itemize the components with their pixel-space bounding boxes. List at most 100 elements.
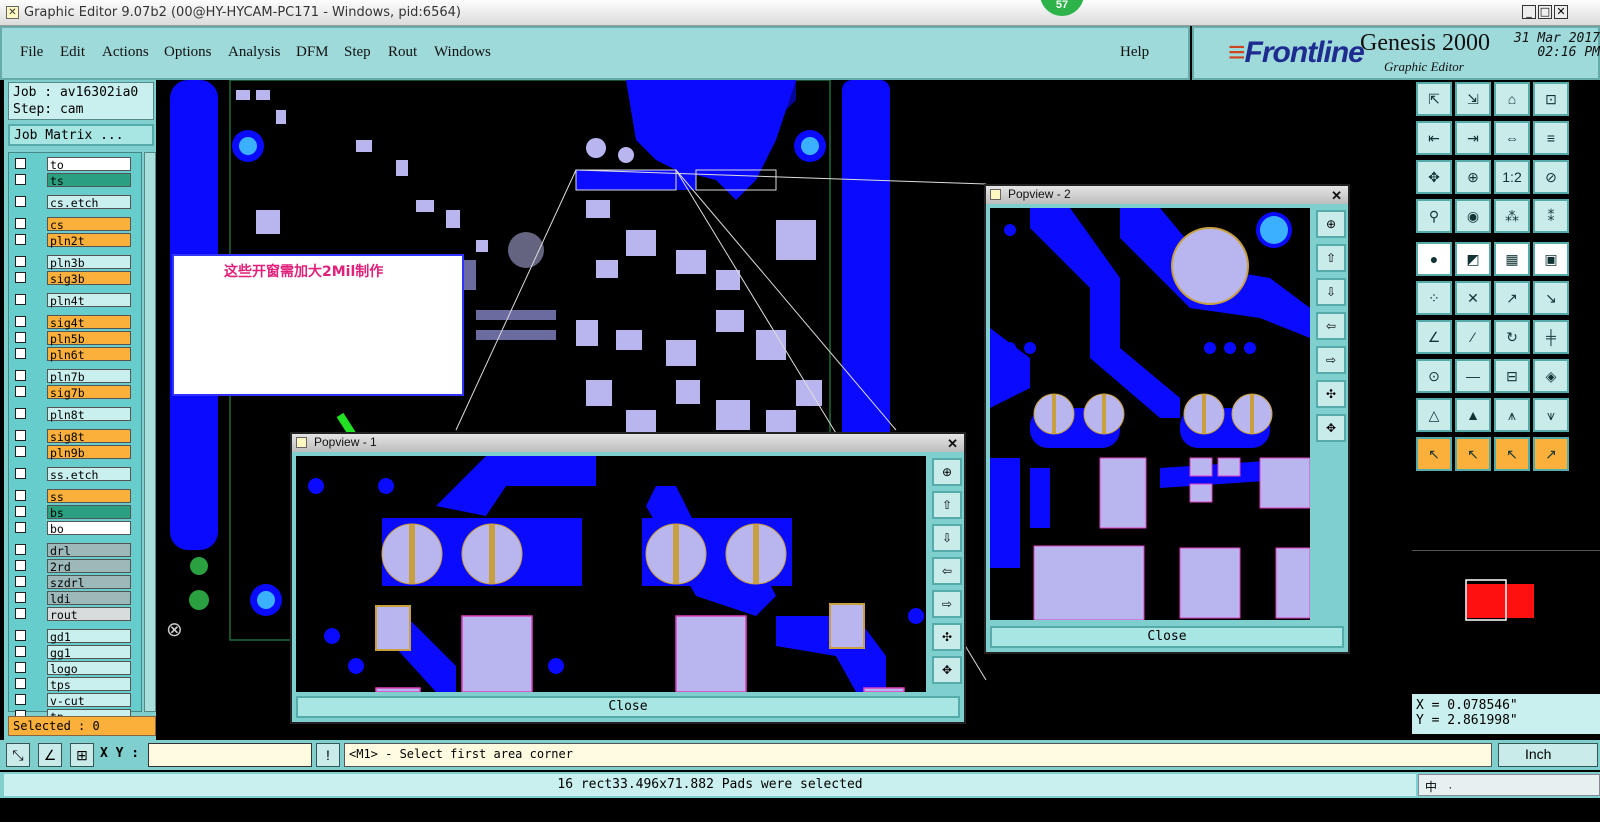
layer-checkbox[interactable] <box>15 158 26 169</box>
layer-name[interactable]: sig7b <box>47 385 131 400</box>
layer-row[interactable]: pln4t <box>11 293 141 308</box>
notification-badge[interactable]: 57 <box>1040 0 1084 16</box>
layer-name[interactable]: pln7b <box>47 369 131 384</box>
layer-name[interactable]: pln2t <box>47 233 131 248</box>
menu-help[interactable]: Help <box>1120 44 1149 61</box>
xy-input[interactable] <box>148 743 312 767</box>
popview-2-pan-right-icon[interactable]: ⇨ <box>1316 346 1346 374</box>
layer-name[interactable]: ss <box>47 489 131 504</box>
layer-name[interactable]: sig4t <box>47 315 131 330</box>
layer-row[interactable]: ss.etch <box>11 467 141 482</box>
layer-row[interactable]: tps <box>11 677 141 692</box>
layer-checkbox[interactable] <box>15 560 26 571</box>
layer-checkbox[interactable] <box>15 506 26 517</box>
layer-checkbox[interactable] <box>15 408 26 419</box>
zoom-center-icon[interactable]: ⊕ <box>1455 160 1491 194</box>
menu-dfm[interactable]: DFM <box>296 44 329 61</box>
layer-name[interactable]: pln5b <box>47 331 131 346</box>
popview-1-pan-left-icon[interactable]: ⇦ <box>932 557 962 585</box>
layer-checkbox[interactable] <box>15 386 26 397</box>
layer-checkbox[interactable] <box>15 218 26 229</box>
layer-checkbox[interactable] <box>15 174 26 185</box>
layer-checkbox[interactable] <box>15 678 26 689</box>
layer-checkbox[interactable] <box>15 592 26 603</box>
snap-center-icon[interactable]: ◉ <box>1455 199 1491 233</box>
system-tray[interactable]: 中 · <box>1418 774 1600 796</box>
slash-tool-icon[interactable]: ⁄ <box>1455 320 1491 354</box>
popview-2-zoom-in-icon[interactable]: ✣ <box>1316 380 1346 408</box>
layer-row[interactable]: 2rd <box>11 559 141 574</box>
layer-name[interactable]: tps <box>47 677 131 692</box>
layer-checkbox[interactable] <box>15 694 26 705</box>
layer-name[interactable]: szdrl <box>47 575 131 590</box>
display-mode-b-icon[interactable]: ⁑ <box>1533 199 1569 233</box>
layer-scrollbar[interactable] <box>144 152 156 712</box>
layer-checkbox[interactable] <box>15 316 26 327</box>
measure-icon[interactable]: ∠ <box>38 743 62 767</box>
popview-2-zoom-out-icon[interactable]: ✥ <box>1316 414 1346 442</box>
layer-row[interactable]: cs.etch <box>11 195 141 210</box>
layer-checkbox[interactable] <box>15 468 26 479</box>
select-box-icon[interactable]: ▣ <box>1533 242 1569 276</box>
target-tool-icon[interactable]: ⊙ <box>1416 359 1452 393</box>
layer-name[interactable]: to <box>47 157 131 172</box>
layer-name[interactable]: cs <box>47 217 131 232</box>
line-tool-icon[interactable]: — <box>1455 359 1491 393</box>
layer-name[interactable]: bo <box>47 521 131 536</box>
maximize-button[interactable]: □ <box>1538 5 1552 19</box>
snap-icon[interactable]: ⤡ <box>6 743 30 767</box>
layer-name[interactable]: rout <box>47 607 131 622</box>
layer-name[interactable]: logo <box>47 661 131 676</box>
layer-row[interactable]: pln6t <box>11 347 141 362</box>
popview-1-close-icon[interactable]: ✕ <box>947 436 958 452</box>
layer-row[interactable]: sig8t <box>11 429 141 444</box>
layer-row[interactable]: to <box>11 157 141 172</box>
layer-row[interactable]: pln7b <box>11 369 141 384</box>
layer-row[interactable]: logo <box>11 661 141 676</box>
layer-name[interactable]: pln8t <box>47 407 131 422</box>
menu-rout[interactable]: Rout <box>388 44 417 61</box>
layer-row[interactable]: sig3b <box>11 271 141 286</box>
layer-toggle-icon[interactable]: ≡ <box>1533 121 1569 155</box>
zoom-ratio-icon[interactable]: 1:2 <box>1494 160 1530 194</box>
menu-file[interactable]: File <box>20 44 43 61</box>
pan-right-icon[interactable]: ⇥ <box>1455 121 1491 155</box>
popview-2-zoom-area-icon[interactable]: ⊕ <box>1316 210 1346 238</box>
pointer-edit-tool-icon[interactable]: ↖ <box>1455 437 1491 471</box>
layer-row[interactable]: bo <box>11 521 141 536</box>
layer-checkbox[interactable] <box>15 522 26 533</box>
layer-row[interactable]: bs <box>11 505 141 520</box>
triangle-fill-tool-icon[interactable]: ▲ <box>1455 398 1491 432</box>
layer-checkbox[interactable] <box>15 430 26 441</box>
layer-name[interactable]: pln3b <box>47 255 131 270</box>
arc-tool-icon[interactable]: ⩚ <box>1494 398 1530 432</box>
menu-edit[interactable]: Edit <box>60 44 85 61</box>
layer-row[interactable]: szdrl <box>11 575 141 590</box>
popview-1-pan-up-icon[interactable]: ⇧ <box>932 491 962 519</box>
layer-name[interactable]: ts <box>47 173 131 188</box>
layer-row[interactable]: drl <box>11 543 141 558</box>
layer-list[interactable]: to ts cs.etch cs pln2t pln3b sig3b pln4t sig4t pl… <box>8 152 142 724</box>
ruler-tool-icon[interactable]: ▦ <box>1494 242 1530 276</box>
layer-checkbox[interactable] <box>15 256 26 267</box>
layer-row[interactable]: pln9b <box>11 445 141 460</box>
layer-checkbox[interactable] <box>15 646 26 657</box>
job-matrix-button[interactable]: Job Matrix ... <box>8 124 154 146</box>
popview-2-canvas[interactable] <box>990 208 1310 620</box>
menu-actions[interactable]: Actions <box>102 44 149 61</box>
layer-row[interactable]: pln5b <box>11 331 141 346</box>
layer-row[interactable]: gd1 <box>11 629 141 644</box>
layer-row[interactable]: pln8t <box>11 407 141 422</box>
grid-icon[interactable]: ⊞ <box>70 743 94 767</box>
menu-analysis[interactable]: Analysis <box>228 44 281 61</box>
layer-checkbox[interactable] <box>15 294 26 305</box>
layer-row[interactable]: ss <box>11 489 141 504</box>
layer-row[interactable]: sig4t <box>11 315 141 330</box>
popview-2-pan-down-icon[interactable]: ⇩ <box>1316 278 1346 306</box>
display-mode-a-icon[interactable]: ⁂ <box>1494 199 1530 233</box>
layer-checkbox[interactable] <box>15 630 26 641</box>
measure-tool-icon[interactable]: ⚲ <box>1416 199 1452 233</box>
layer-name[interactable]: bs <box>47 505 131 520</box>
layer-name[interactable]: gd1 <box>47 629 131 644</box>
layer-checkbox[interactable] <box>15 332 26 343</box>
